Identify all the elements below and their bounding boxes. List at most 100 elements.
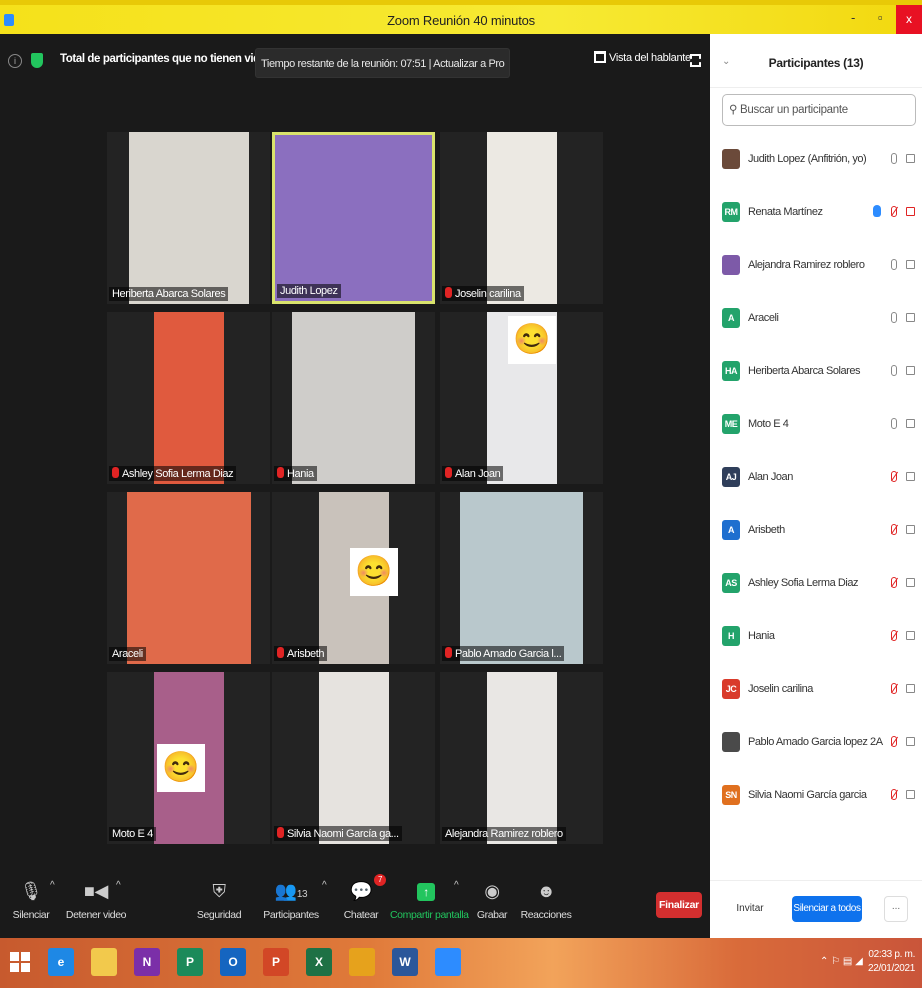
zoom-icon[interactable] — [435, 948, 461, 976]
internet-explorer-icon[interactable]: e — [48, 948, 74, 976]
participants-panel-header: ⌄ Participantes (13) — [710, 34, 922, 88]
more-options-button[interactable]: ... — [884, 896, 908, 922]
onenote-icon[interactable]: N — [134, 948, 160, 976]
participant-row[interactable]: A Araceli — [710, 294, 922, 347]
share-options-caret[interactable]: ^ — [454, 880, 459, 891]
word-icon[interactable]: W — [392, 948, 418, 976]
chat-button[interactable]: 💬 7 Chatear — [340, 874, 386, 921]
minimize-button[interactable]: - — [851, 10, 855, 25]
windows-start-icon[interactable] — [10, 952, 30, 972]
publisher-icon[interactable]: P — [177, 948, 203, 976]
video-off-icon[interactable] — [906, 207, 915, 216]
muted-mic-icon[interactable] — [891, 577, 897, 588]
video-camera-icon[interactable] — [906, 472, 915, 481]
end-meeting-button[interactable]: Finalizar — [656, 892, 702, 918]
taskbar-clock[interactable]: 02:33 p. m. 22/01/2021 — [868, 948, 915, 976]
microphone-icon[interactable] — [891, 312, 897, 323]
video-tile[interactable]: Judith Lopez — [272, 132, 435, 304]
video-camera-icon[interactable] — [906, 366, 915, 375]
invite-button[interactable]: Invitar — [732, 896, 768, 922]
muted-mic-icon[interactable] — [891, 789, 897, 800]
participant-row[interactable]: A Arisbeth — [710, 506, 922, 559]
video-camera-icon[interactable] — [906, 260, 915, 269]
record-button[interactable]: ◉ Grabar — [474, 876, 510, 921]
video-tile[interactable]: Moto E 4 😊 — [107, 672, 270, 844]
participant-row[interactable]: SN Silvia Naomi García garcia — [710, 771, 922, 824]
security-button[interactable]: ⛨ Seguridad — [196, 876, 242, 921]
muted-mic-icon[interactable] — [891, 471, 897, 482]
participant-name-label: Silvia Naomi García ga... — [274, 826, 402, 841]
video-camera-icon[interactable] — [906, 154, 915, 163]
participants-button[interactable]: 👥13 Participantes — [262, 876, 320, 921]
powerpoint-icon[interactable]: P — [263, 948, 289, 976]
video-tile[interactable]: Ashley Sofia Lerma Diaz — [107, 312, 270, 484]
video-camera-icon[interactable] — [906, 684, 915, 693]
encryption-shield-icon[interactable] — [31, 53, 43, 68]
participant-row[interactable]: Alejandra Ramirez roblero — [710, 241, 922, 294]
video-camera-icon[interactable] — [906, 737, 915, 746]
mute-button[interactable]: 🎙 Silenciar — [8, 876, 54, 921]
video-tile[interactable]: Pablo Amado Garcia l... — [440, 492, 603, 664]
video-camera-icon[interactable] — [906, 578, 915, 587]
muted-mic-icon[interactable] — [891, 206, 897, 217]
video-tile[interactable]: Silvia Naomi García ga... — [272, 672, 435, 844]
muted-mic-icon[interactable] — [891, 630, 897, 641]
video-tile[interactable]: Arisbeth 😊 — [272, 492, 435, 664]
video-tile[interactable]: Araceli — [107, 492, 270, 664]
audio-options-caret[interactable]: ^ — [50, 880, 55, 891]
participant-row[interactable]: H Hania — [710, 612, 922, 665]
video-tile[interactable]: Alejandra Ramirez roblero — [440, 672, 603, 844]
participant-row[interactable]: HA Heriberta Abarca Solares — [710, 347, 922, 400]
participant-name: Ashley Sofia Lerma Diaz — [122, 468, 234, 480]
video-options-caret[interactable]: ^ — [116, 880, 121, 891]
info-icon[interactable]: i — [8, 54, 22, 68]
restore-button[interactable]: ▫ — [878, 10, 883, 25]
participants-count: 13 — [296, 889, 308, 900]
muted-mic-icon[interactable] — [891, 524, 897, 535]
video-feed — [275, 135, 432, 301]
microphone-icon[interactable] — [891, 418, 897, 429]
chrome-icon[interactable] — [349, 948, 375, 976]
muted-mic-icon[interactable] — [891, 683, 897, 694]
video-camera-icon[interactable] — [906, 790, 915, 799]
participant-name-label: Heriberta Abarca Solares — [109, 287, 229, 301]
reactions-button[interactable]: ☻ Reacciones — [520, 876, 572, 921]
muted-mic-icon[interactable] — [891, 736, 897, 747]
grid-view-icon — [594, 51, 606, 63]
speaker-view-button[interactable]: Vista del hablante — [594, 48, 691, 68]
video-camera-icon[interactable] — [906, 313, 915, 322]
share-screen-button[interactable]: ↑ Compartir pantalla — [390, 876, 469, 921]
participant-row[interactable]: JC Joselin carilina — [710, 665, 922, 718]
video-camera-icon[interactable] — [906, 631, 915, 640]
file-explorer-icon[interactable] — [91, 948, 117, 976]
participant-row[interactable]: AS Ashley Sofia Lerma Diaz — [710, 559, 922, 612]
close-button[interactable]: x — [896, 5, 922, 34]
participant-search-input[interactable]: ⚲ Buscar un participante — [722, 94, 916, 126]
participant-row[interactable]: Judith Lopez (Anfitrión, yo) — [710, 135, 922, 188]
participant-name: Arisbeth — [748, 524, 785, 536]
microphone-icon[interactable] — [891, 153, 897, 164]
video-tile[interactable]: Joselin carilina — [440, 132, 603, 304]
participant-row[interactable]: Pablo Amado Garcia lopez 2A — [710, 718, 922, 771]
muted-mic-icon — [445, 467, 452, 478]
video-tile[interactable]: Hania — [272, 312, 435, 484]
video-tile[interactable]: Heriberta Abarca Solares — [107, 132, 270, 304]
excel-icon[interactable]: X — [306, 948, 332, 976]
window-title: Zoom Reunión 40 minutos — [387, 13, 535, 28]
mute-all-button[interactable]: Silenciar a todos — [792, 896, 862, 922]
system-tray-icons[interactable]: ⌃ ⚐ ▤ ◢ — [820, 956, 863, 967]
video-camera-icon[interactable] — [906, 525, 915, 534]
participant-name: Hania — [287, 468, 314, 480]
avatar: A — [722, 520, 740, 540]
participant-row[interactable]: ME Moto E 4 — [710, 400, 922, 453]
participant-row[interactable]: AJ Alan Joan — [710, 453, 922, 506]
participant-row[interactable]: RM Renata Martínez — [710, 188, 922, 241]
fullscreen-icon[interactable] — [690, 54, 701, 67]
participants-options-caret[interactable]: ^ — [322, 880, 327, 891]
time-remaining-banner[interactable]: Tiempo restante de la reunión: 07:51 | A… — [255, 48, 511, 78]
microphone-icon[interactable] — [891, 365, 897, 376]
outlook-icon[interactable]: O — [220, 948, 246, 976]
video-tile[interactable]: Alan Joan 😊 — [440, 312, 603, 484]
video-camera-icon[interactable] — [906, 419, 915, 428]
microphone-icon[interactable] — [891, 259, 897, 270]
